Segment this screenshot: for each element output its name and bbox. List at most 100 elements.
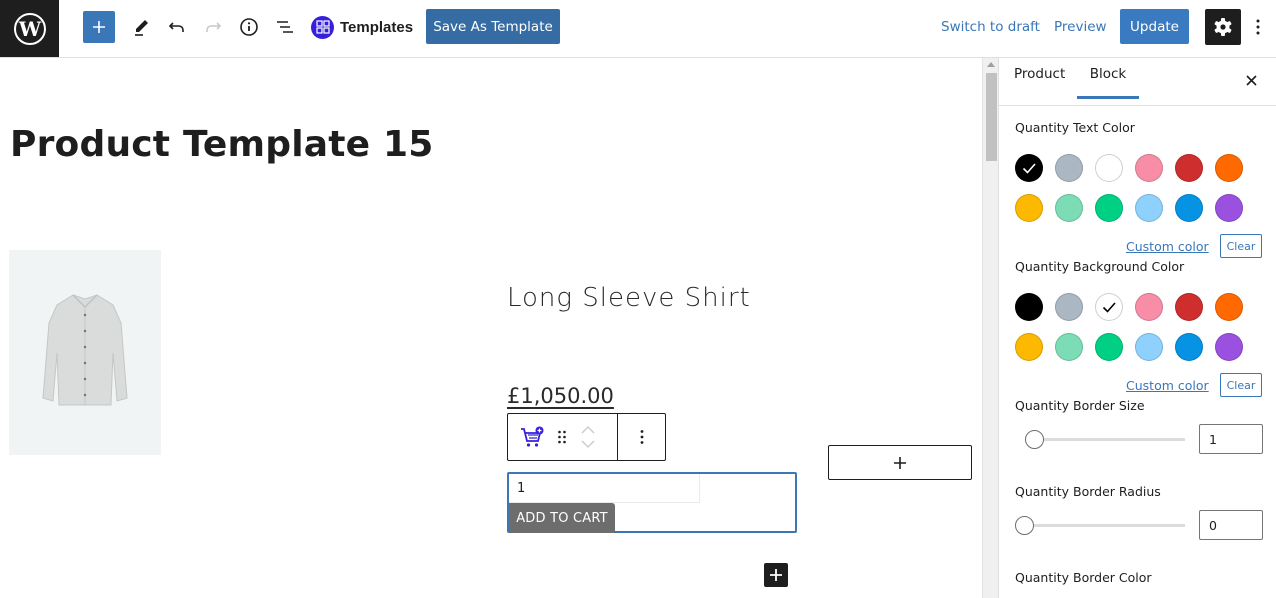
- tab-block[interactable]: Block: [1077, 58, 1139, 106]
- slider-track: [1025, 438, 1185, 441]
- shirt-image: [42, 293, 128, 405]
- canvas-scrollbar[interactable]: [982, 58, 998, 598]
- details-button[interactable]: [235, 11, 263, 43]
- product-name: Long Sleeve Shirt: [507, 283, 751, 313]
- background-color-swatch[interactable]: [1215, 293, 1243, 321]
- update-button[interactable]: Update: [1120, 9, 1189, 44]
- redo-button[interactable]: [199, 11, 227, 43]
- close-icon: [1245, 74, 1257, 86]
- check-icon: [1022, 163, 1036, 174]
- text-color-swatch[interactable]: [1215, 194, 1243, 222]
- text-color-clear-button[interactable]: Clear: [1220, 234, 1262, 258]
- text-color-swatch[interactable]: [1015, 194, 1043, 222]
- pencil-icon: [135, 20, 148, 36]
- drag-handle[interactable]: [556, 414, 568, 460]
- background-color-swatch[interactable]: [1055, 293, 1083, 321]
- background-color-swatch[interactable]: [1175, 293, 1203, 321]
- settings-sidebar: Product Block Quantity Text Color Custom…: [998, 58, 1276, 598]
- post-title[interactable]: Product Template 15: [10, 124, 434, 165]
- tools-button[interactable]: [127, 11, 155, 43]
- scrollbar-thumb[interactable]: [986, 73, 997, 161]
- tab-product[interactable]: Product: [1014, 58, 1065, 106]
- templates-logo-icon: [311, 15, 334, 39]
- text-color-swatch[interactable]: [1015, 154, 1043, 182]
- text-color-swatch[interactable]: [1055, 194, 1083, 222]
- move-up-icon[interactable]: [581, 426, 595, 434]
- border-size-slider[interactable]: [1015, 429, 1185, 449]
- quantity-background-color-palette: [1015, 293, 1255, 361]
- undo-icon: [168, 22, 184, 32]
- quantity-border-size-label: Quantity Border Size: [1015, 398, 1145, 413]
- quantity-text-color-label: Quantity Text Color: [1015, 120, 1135, 135]
- slider-track: [1025, 524, 1185, 527]
- templates-button[interactable]: Templates: [311, 11, 413, 43]
- text-color-swatch[interactable]: [1095, 154, 1123, 182]
- save-as-template-button[interactable]: Save As Template: [426, 9, 560, 44]
- border-radius-input[interactable]: [1199, 510, 1263, 540]
- background-color-swatch[interactable]: [1095, 333, 1123, 361]
- quantity-border-radius-label: Quantity Border Radius: [1015, 484, 1161, 499]
- close-sidebar-button[interactable]: [1243, 72, 1259, 88]
- plus-icon: [770, 569, 782, 581]
- scroll-up-arrow-icon[interactable]: [987, 62, 995, 67]
- add-to-cart-button[interactable]: ADD TO CART: [509, 503, 615, 533]
- block-mover[interactable]: [568, 414, 608, 460]
- background-color-swatch[interactable]: [1135, 333, 1163, 361]
- switch-to-draft-button[interactable]: Switch to draft: [941, 11, 1040, 43]
- info-icon: [240, 18, 258, 36]
- product-image[interactable]: [9, 250, 161, 455]
- move-down-icon[interactable]: [581, 440, 595, 448]
- quantity-background-color-label: Quantity Background Color: [1015, 259, 1185, 274]
- more-vertical-icon: [1256, 19, 1260, 35]
- list-view-button[interactable]: [271, 11, 299, 43]
- text-custom-color-button[interactable]: Custom color: [1126, 239, 1209, 254]
- undo-button[interactable]: [163, 11, 191, 43]
- background-color-swatch[interactable]: [1175, 333, 1203, 361]
- options-menu-button[interactable]: [1250, 11, 1266, 43]
- drag-handle-icon: [558, 430, 566, 444]
- wordpress-icon: W: [13, 12, 46, 45]
- block-toolbar: [507, 413, 666, 461]
- sidebar-tabs: Product Block: [999, 58, 1276, 106]
- list-view-icon: [277, 21, 293, 33]
- svg-text:W: W: [17, 17, 41, 41]
- gear-icon: [1214, 18, 1232, 36]
- text-color-swatch[interactable]: [1055, 154, 1083, 182]
- background-color-swatch[interactable]: [1135, 293, 1163, 321]
- redo-icon: [206, 22, 222, 32]
- background-custom-color-button[interactable]: Custom color: [1126, 378, 1209, 393]
- text-color-swatch[interactable]: [1175, 194, 1203, 222]
- background-color-swatch[interactable]: [1095, 293, 1123, 321]
- text-color-swatch[interactable]: [1215, 154, 1243, 182]
- more-vertical-icon: [640, 430, 643, 444]
- editor-canvas: Product Template 15 Long Sleeve Shirt £1…: [0, 58, 982, 598]
- slider-thumb[interactable]: [1025, 430, 1044, 449]
- border-radius-slider[interactable]: [1015, 515, 1185, 535]
- preview-button[interactable]: Preview: [1054, 11, 1107, 43]
- block-options-button[interactable]: [618, 414, 665, 460]
- block-type-button[interactable]: [508, 414, 556, 460]
- text-color-swatch[interactable]: [1135, 154, 1163, 182]
- plus-icon: [894, 456, 906, 469]
- text-color-swatch[interactable]: [1135, 194, 1163, 222]
- wordpress-logo-button[interactable]: W: [0, 0, 59, 57]
- background-color-clear-button[interactable]: Clear: [1220, 373, 1262, 397]
- add-to-cart-block[interactable]: ADD TO CART: [507, 472, 797, 533]
- background-color-swatch[interactable]: [1015, 293, 1043, 321]
- background-color-swatch[interactable]: [1055, 333, 1083, 361]
- block-appender-button[interactable]: [828, 445, 972, 480]
- settings-button[interactable]: [1205, 9, 1241, 45]
- add-block-button[interactable]: [764, 563, 788, 587]
- slider-thumb[interactable]: [1015, 516, 1034, 535]
- plus-icon: [93, 21, 105, 33]
- background-color-swatch[interactable]: [1215, 333, 1243, 361]
- quantity-input[interactable]: [509, 474, 700, 503]
- text-color-swatch[interactable]: [1095, 194, 1123, 222]
- product-price: £1,050.00: [507, 384, 614, 408]
- editor-header: W Templates Save As Template Switch to d…: [0, 0, 1276, 58]
- check-icon: [1102, 302, 1116, 313]
- border-size-input[interactable]: [1199, 424, 1263, 454]
- text-color-swatch[interactable]: [1175, 154, 1203, 182]
- block-inserter-button[interactable]: [83, 11, 115, 43]
- background-color-swatch[interactable]: [1015, 333, 1043, 361]
